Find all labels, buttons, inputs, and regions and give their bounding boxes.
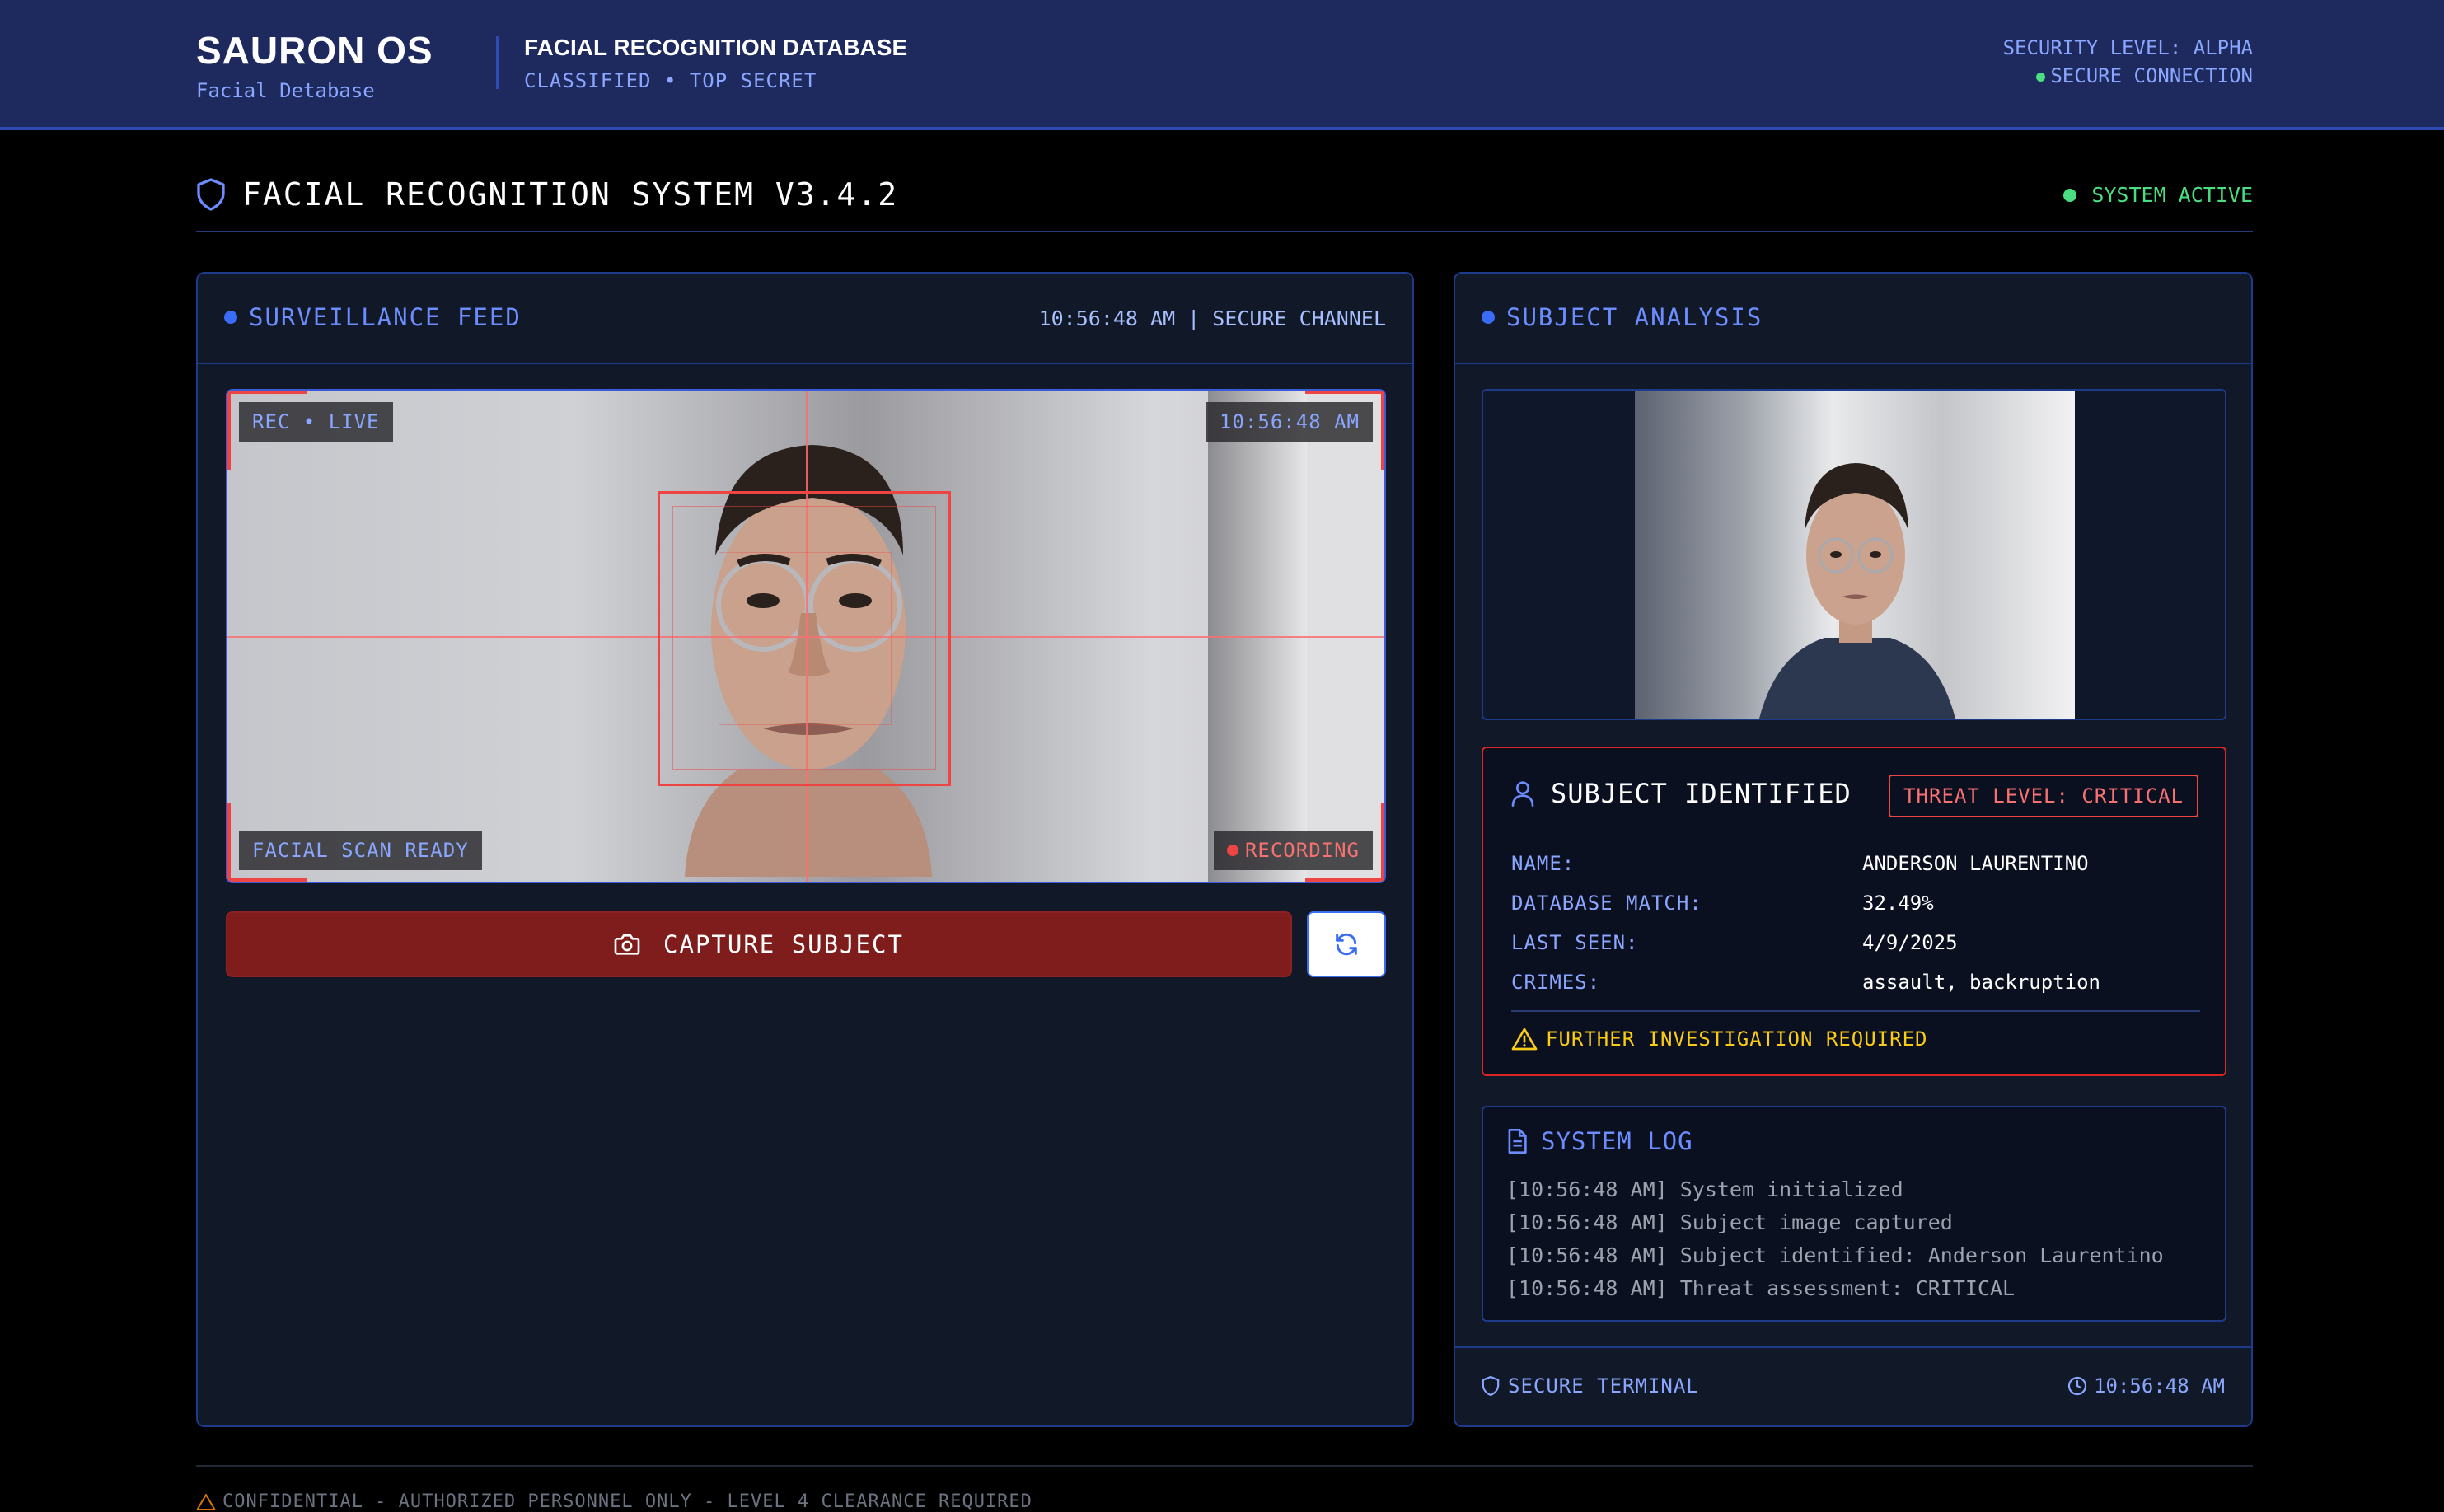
feed-indicator-icon — [224, 311, 237, 324]
analysis-indicator-icon — [1482, 311, 1495, 324]
warning-triangle-icon — [1511, 1028, 1538, 1051]
threat-level-badge: THREAT LEVEL: CRITICAL — [1889, 775, 2198, 817]
clock-icon — [2067, 1376, 2087, 1396]
database-title: FACIAL RECOGNITION DATABASE — [524, 35, 908, 60]
field-row-crimes: CRIMES: assault, backruption — [1511, 962, 2200, 1002]
header-divider — [496, 36, 499, 89]
feed-panel-header: SURVEILLANCE FEED 10:56:48 AM | SECURE C… — [198, 274, 1412, 364]
user-icon — [1511, 781, 1534, 807]
connection-status: SECURE CONNECTION — [2003, 64, 2253, 87]
connection-status-label: SECURE CONNECTION — [2050, 64, 2253, 87]
brand-title: SAURON OS — [196, 29, 433, 72]
field-key: DATABASE MATCH: — [1511, 892, 1702, 915]
security-level: SECURITY LEVEL: ALPHA — [2002, 36, 2253, 59]
captured-subject-photo — [1635, 391, 2075, 719]
subject-identified-heading: SUBJECT IDENTIFIED — [1510, 778, 1852, 809]
surveillance-feed-panel: SURVEILLANCE FEED 10:56:48 AM | SECURE C… — [196, 272, 1414, 1427]
log-entry: [10:56:48 AM] System initialized — [1506, 1177, 1903, 1201]
subject-analysis-panel: SUBJECT ANALYSIS SUBJECT IDENTIFIED THRE… — [1454, 272, 2253, 1427]
subject-fields: NAME: ANDERSON LAURENTINO DATABASE MATCH… — [1511, 844, 2200, 1002]
refresh-button[interactable] — [1307, 911, 1386, 977]
page-title: FACIAL RECOGNITION SYSTEM V3.4.2 — [196, 176, 898, 213]
secure-terminal-text: SECURE TERMINAL — [1508, 1374, 1699, 1397]
recording-label: RECORDING — [1244, 839, 1360, 862]
page-footer-notice: CONFIDENTIAL - AUTHORIZED PERSONNEL ONLY… — [196, 1491, 1032, 1512]
connection-indicator-icon — [2036, 72, 2046, 82]
brand-subtitle: Facial Detabase — [196, 79, 375, 102]
confidential-notice: CONFIDENTIAL - AUTHORIZED PERSONNEL ONLY… — [222, 1491, 1032, 1512]
field-key: NAME: — [1511, 852, 1575, 875]
shield-icon — [197, 178, 225, 211]
subject-identified-title: SUBJECT IDENTIFIED — [1551, 778, 1852, 809]
top-header: SAURON OS Facial Detabase FACIAL RECOGNI… — [0, 0, 2444, 130]
system-log: SYSTEM LOG [10:56:48 AM] System initiali… — [1482, 1106, 2226, 1322]
log-entry: [10:56:48 AM] Subject identified: Anders… — [1506, 1243, 2164, 1267]
field-row-last-seen: LAST SEEN: 4/9/2025 — [1511, 923, 2200, 962]
analysis-title-text: SUBJECT ANALYSIS — [1506, 303, 1763, 331]
captured-photo-frame — [1482, 389, 2226, 720]
recording-dot-icon — [1226, 845, 1238, 856]
field-value: assault, backruption — [1862, 971, 2100, 994]
subject-identified-card: SUBJECT IDENTIFIED THREAT LEVEL: CRITICA… — [1482, 747, 2226, 1076]
field-key: LAST SEEN: — [1511, 931, 1639, 954]
field-value: 4/9/2025 — [1862, 931, 1958, 954]
channel-info: 10:56:48 AM | SECURE CHANNEL — [1038, 307, 1386, 330]
shield-icon — [1482, 1376, 1500, 1396]
analysis-panel-header: SUBJECT ANALYSIS — [1455, 274, 2251, 364]
brand: SAURON OS Facial Detabase — [196, 28, 433, 102]
field-value: ANDERSON LAURENTINO — [1862, 852, 2089, 875]
rec-live-badge: REC • LIVE — [239, 402, 393, 442]
log-entry: [10:56:48 AM] Subject image captured — [1506, 1210, 1953, 1234]
recording-badge: RECORDING — [1213, 831, 1373, 870]
secure-terminal-label: SECURE TERMINAL — [1482, 1374, 1699, 1397]
terminal-clock-time: 10:56:48 AM — [2094, 1374, 2225, 1397]
feed-title-text: SURVEILLANCE FEED — [249, 303, 522, 331]
document-icon — [1508, 1129, 1527, 1154]
captured-face-illustration — [1759, 463, 1955, 719]
status-indicator-icon — [2063, 188, 2077, 202]
page-title-text: FACIAL RECOGNITION SYSTEM V3.4.2 — [242, 176, 899, 213]
terminal-clock: 10:56:48 AM — [2067, 1374, 2225, 1397]
face-detection-core-box — [719, 552, 892, 725]
analysis-panel-title: SUBJECT ANALYSIS — [1482, 303, 1763, 331]
field-key: CRIMES: — [1511, 971, 1601, 994]
warning-triangle-icon — [196, 1493, 216, 1510]
field-value: 32.49% — [1862, 892, 1934, 915]
card-divider — [1511, 1010, 2200, 1012]
classification-label: CLASSIFIED • TOP SECRET — [524, 69, 817, 92]
feed-panel-title: SURVEILLANCE FEED — [224, 303, 522, 331]
security-status: SECURITY LEVEL: ALPHA SECURE CONNECTION — [2003, 36, 2253, 87]
refresh-icon — [1336, 933, 1357, 956]
log-entry: [10:56:48 AM] Threat assessment: CRITICA… — [1506, 1276, 2016, 1300]
system-status-label: SYSTEM ACTIVE — [2091, 183, 2253, 207]
system-log-title: SYSTEM LOG — [1541, 1127, 1693, 1155]
field-row-database-match: DATABASE MATCH: 32.49% — [1511, 883, 2200, 923]
system-status: SYSTEM ACTIVE — [2063, 183, 2253, 207]
feed-timestamp: 10:56:48 AM — [1206, 402, 1373, 442]
camera-feed[interactable]: REC • LIVE 10:56:48 AM FACIAL SCAN READY… — [226, 389, 1386, 883]
scan-status-badge: FACIAL SCAN READY — [239, 831, 482, 870]
camera-icon — [614, 934, 640, 955]
investigation-warning: FURTHER INVESTIGATION REQUIRED — [1511, 1027, 1927, 1051]
investigation-warning-text: FURTHER INVESTIGATION REQUIRED — [1546, 1028, 1928, 1051]
database-heading: FACIAL RECOGNITION DATABASE CLASSIFIED •… — [524, 35, 907, 92]
page-footer-divider — [196, 1465, 2253, 1467]
capture-subject-label: CAPTURE SUBJECT — [663, 930, 904, 958]
capture-subject-button[interactable]: CAPTURE SUBJECT — [226, 911, 1292, 977]
page-heading: FACIAL RECOGNITION SYSTEM V3.4.2 SYSTEM … — [196, 170, 2253, 232]
system-log-heading: SYSTEM LOG — [1506, 1127, 1693, 1155]
analysis-panel-footer: SECURE TERMINAL 10:56:48 AM — [1455, 1346, 2251, 1425]
field-row-name: NAME: ANDERSON LAURENTINO — [1511, 844, 2200, 883]
log-entries: [10:56:48 AM] System initialized [10:56:… — [1506, 1173, 2164, 1305]
